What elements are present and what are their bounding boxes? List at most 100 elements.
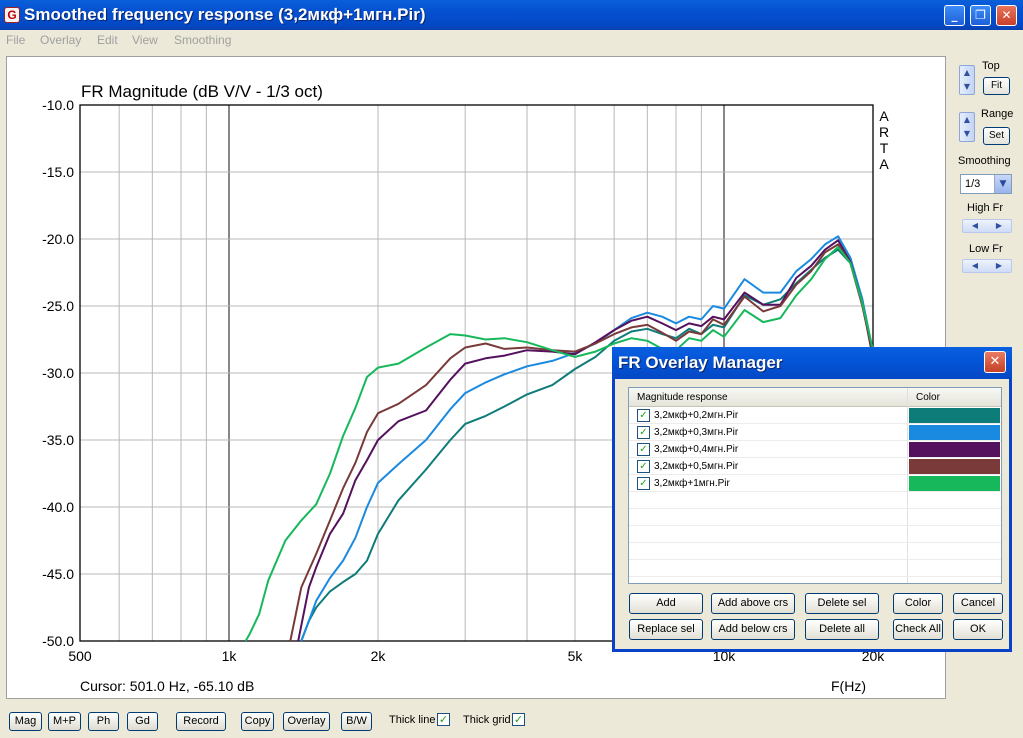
thick-line-label: Thick line [389, 714, 436, 726]
arta-watermark: ARTA [879, 108, 889, 172]
add-button[interactable]: Add [629, 593, 703, 614]
menu-view[interactable]: View [132, 33, 158, 47]
overlay-row-label: 3,2мкф+0,5мгн.Pir [654, 461, 739, 472]
delete-all-button[interactable]: Delete all [805, 619, 879, 640]
overlay-row-color-swatch[interactable] [909, 442, 1000, 457]
range-spin-arrows[interactable]: ▲ ▼ [959, 112, 975, 142]
overlay-row-checkbox[interactable]: ✓ [637, 460, 650, 473]
y-tick-label: -35.0 [42, 432, 74, 448]
menu-overlay[interactable]: Overlay [40, 33, 81, 47]
overlay-row-label: 3,2мкф+1мгн.Pir [654, 478, 730, 489]
title-bar: G Smoothed frequency response (3,2мкф+1м… [0, 0, 1023, 30]
bw-button[interactable]: B/W [341, 712, 372, 731]
overlay-row[interactable]: ✓ 3,2мкф+0,5мгн.Pir [629, 458, 1001, 475]
cancel-button[interactable]: Cancel [953, 593, 1003, 614]
copy-button[interactable]: Copy [241, 712, 274, 731]
phase-button[interactable]: Ph [88, 712, 119, 731]
overlay-row-checkbox[interactable]: ✓ [637, 409, 650, 422]
app-window: G Smoothed frequency response (3,2мкф+1м… [0, 0, 1023, 738]
y-tick-label: -40.0 [42, 499, 74, 515]
minimize-button[interactable]: _ [944, 5, 965, 26]
x-axis-label: F(Hz) [831, 678, 866, 694]
y-tick-label: -10.0 [42, 97, 74, 113]
window-title: Smoothed frequency response (3,2мкф+1мгн… [24, 5, 426, 24]
menu-edit[interactable]: Edit [97, 33, 118, 47]
overlay-row-checkbox[interactable]: ✓ [637, 426, 650, 439]
x-tick-label: 500 [68, 648, 92, 664]
high-fr-arrows[interactable]: ◀ ▶ [962, 219, 1012, 233]
set-button[interactable]: Set [983, 127, 1010, 145]
overlay-row[interactable]: ✓ 3,2мкф+0,3мгн.Pir [629, 424, 1001, 441]
overlay-row-label: 3,2мкф+0,3мгн.Pir [654, 427, 739, 438]
arrow-right-icon[interactable]: ▶ [987, 220, 1011, 232]
color-button[interactable]: Color [893, 593, 943, 614]
top-label: Top [982, 60, 1000, 72]
add-below-crs-button[interactable]: Add below crs [711, 619, 795, 640]
overlay-row-color-swatch[interactable] [909, 425, 1000, 440]
range-label: Range [981, 108, 1014, 120]
arrow-left-icon[interactable]: ◀ [963, 220, 987, 232]
watermark-letter: R [879, 124, 889, 140]
dialog-title-bar: FR Overlay Manager ✕ [612, 347, 1012, 379]
watermark-letter: A [879, 156, 889, 172]
overlay-button[interactable]: Overlay [283, 712, 330, 731]
empty-row [629, 509, 1001, 526]
menu-file[interactable]: File [6, 33, 25, 47]
column-color[interactable]: Color [916, 392, 940, 403]
fr-overlay-manager-dialog: FR Overlay Manager ✕ Magnitude response … [612, 347, 1012, 652]
record-button[interactable]: Record [176, 712, 226, 731]
menu-bar: File Overlay Edit View Smoothing [0, 30, 1023, 50]
app-icon[interactable]: G [4, 7, 20, 23]
top-spin-arrows[interactable]: ▲ ▼ [959, 65, 975, 95]
thick-grid-checkbox[interactable]: ✓ [512, 713, 525, 726]
high-fr-label: High Fr [967, 202, 1004, 214]
empty-row [629, 492, 1001, 509]
arrow-left-icon[interactable]: ◀ [963, 260, 987, 272]
low-fr-arrows[interactable]: ◀ ▶ [962, 259, 1012, 273]
empty-row [629, 543, 1001, 560]
close-button[interactable]: ✕ [996, 5, 1017, 26]
column-magnitude-response[interactable]: Magnitude response [637, 392, 728, 403]
menu-smoothing[interactable]: Smoothing [174, 33, 231, 47]
empty-row [629, 526, 1001, 543]
overlay-row-color-swatch[interactable] [909, 408, 1000, 423]
overlay-row[interactable]: ✓ 3,2мкф+0,2мгн.Pir [629, 407, 1001, 424]
low-fr-label: Low Fr [969, 243, 1003, 255]
thick-grid-label: Thick grid [463, 714, 511, 726]
overlay-row-checkbox[interactable]: ✓ [637, 443, 650, 456]
overlay-row[interactable]: ✓ 3,2мкф+0,4мгн.Pir [629, 441, 1001, 458]
dialog-close-button[interactable]: ✕ [984, 351, 1006, 373]
mag-phase-button[interactable]: M+P [48, 712, 81, 731]
empty-row [629, 560, 1001, 577]
list-header: Magnitude response Color [629, 388, 1001, 407]
overlay-row-checkbox[interactable]: ✓ [637, 477, 650, 490]
overlay-list[interactable]: Magnitude response Color ✓ 3,2мкф+0,2мгн.… [628, 387, 1002, 584]
fit-button[interactable]: Fit [983, 77, 1010, 95]
watermark-letter: A [879, 108, 889, 124]
smoothing-label: Smoothing [958, 155, 1011, 167]
bottom-toolbar: Mag M+P Ph Gd Record Copy Overlay B/W Th… [0, 702, 1023, 738]
y-tick-label: -30.0 [42, 365, 74, 381]
y-tick-label: -15.0 [42, 164, 74, 180]
mag-button[interactable]: Mag [9, 712, 42, 731]
replace-sel-button[interactable]: Replace sel [629, 619, 703, 640]
overlay-row-color-swatch[interactable] [909, 476, 1000, 491]
overlay-row-color-swatch[interactable] [909, 459, 1000, 474]
ok-button[interactable]: OK [953, 619, 1003, 640]
restore-button[interactable]: ❐ [970, 5, 991, 26]
smoothing-select[interactable]: 1/3 ▼ [960, 174, 1012, 194]
y-tick-label: -20.0 [42, 231, 74, 247]
thick-line-checkbox[interactable]: ✓ [437, 713, 450, 726]
x-tick-label: 1k [222, 648, 238, 664]
group-delay-button[interactable]: Gd [127, 712, 158, 731]
y-tick-label: -25.0 [42, 298, 74, 314]
add-above-crs-button[interactable]: Add above crs [711, 593, 795, 614]
watermark-letter: T [880, 140, 889, 156]
check-all-button[interactable]: Check All [893, 619, 943, 640]
arrow-right-icon[interactable]: ▶ [987, 260, 1011, 272]
y-tick-label: -50.0 [42, 633, 74, 649]
delete-sel-button[interactable]: Delete sel [805, 593, 879, 614]
chevron-down-icon: ▼ [994, 175, 1011, 193]
overlay-row[interactable]: ✓ 3,2мкф+1мгн.Pir [629, 475, 1001, 492]
dialog-title: FR Overlay Manager [618, 353, 783, 372]
